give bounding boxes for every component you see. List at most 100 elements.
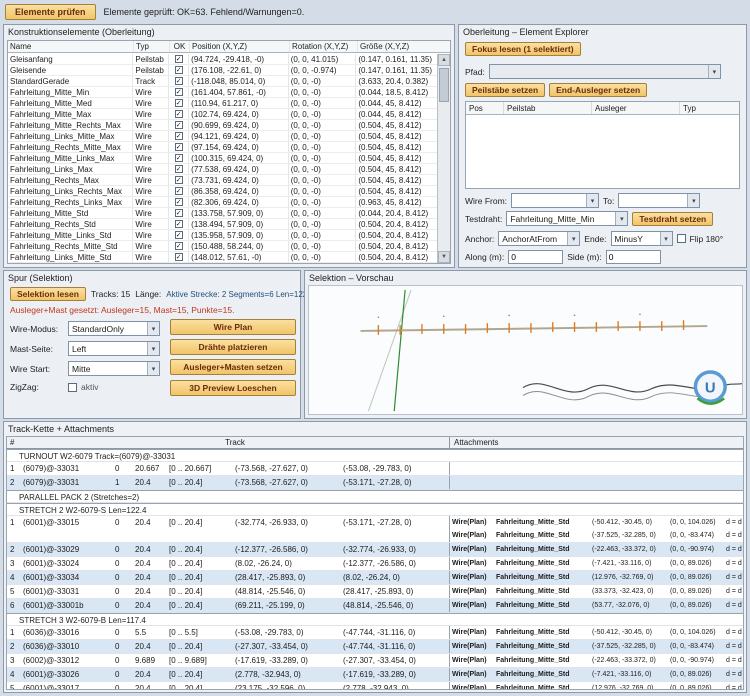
column-header-position[interactable]: Position (X,Y,Z) (190, 41, 290, 52)
uturn-icon[interactable]: U (695, 372, 725, 404)
column-header-attachments[interactable]: Attachments (449, 437, 743, 448)
table-row[interactable]: Fahrleitung_Mitte_Links_MaxWire✓(100.315… (8, 153, 437, 164)
table-row[interactable]: Fahrleitung_Links_Rechts_MaxWire✓(86.358… (8, 186, 437, 197)
cell-branch: 0 (113, 557, 133, 570)
table-row[interactable]: Fahrleitung_Rechts_Mitte_MaxWire✓(97.154… (8, 142, 437, 153)
table-row[interactable]: Fahrleitung_Rechts_Links_MaxWire✓(82.306… (8, 197, 437, 208)
ok-checkbox[interactable]: ✓ (175, 253, 183, 261)
table-row[interactable]: Fahrleitung_Mitte_Links_StdWire✓(135.958… (8, 230, 437, 241)
table-row[interactable]: 6(6001)@-33001b020.4[0 .. 20.4](69.211, … (7, 599, 743, 613)
attachment-offsets: d = d = s = 66 (724, 571, 743, 584)
ok-checkbox[interactable]: ✓ (175, 187, 183, 195)
flip-checkbox[interactable] (677, 234, 686, 243)
table-row[interactable]: 4(6001)@-33034020.4[0 .. 20.4](28.417, -… (7, 571, 743, 585)
table-row[interactable]: GleisendePeilstab✓(176.108, -22.61, 0)(0… (8, 65, 437, 76)
ok-checkbox[interactable]: ✓ (175, 209, 183, 217)
table-row[interactable]: 2(6036)@-33010020.4[0 .. 20.4](-27.307, … (7, 640, 743, 654)
wire-modus-select[interactable]: StandardOnly ▾ (68, 321, 160, 336)
table-row[interactable]: Fahrleitung_Mitte_MedWire✓(110.94, 61.21… (8, 98, 437, 109)
column-header-name[interactable]: Name (8, 41, 134, 52)
testdraht-select[interactable]: Fahrleitung_Mitte_Min ▾ (506, 211, 628, 226)
column-header-size[interactable]: Größe (X,Y,Z) (358, 41, 439, 52)
table-row[interactable]: Fahrleitung_Mitte_Rechts_MaxWire✓(90.699… (8, 120, 437, 131)
scroll-down-icon[interactable]: ▼ (438, 251, 450, 263)
table-row[interactable]: Fahrleitung_Mitte_MinWire✓(161.404, 57.8… (8, 87, 437, 98)
column-header-rotation[interactable]: Rotation (X,Y,Z) (290, 41, 358, 52)
set-endausleger-button[interactable]: End-Ausleger setzen (549, 83, 647, 97)
column-header-typ[interactable]: Typ (134, 41, 170, 52)
scrollbar-thumb[interactable] (439, 68, 449, 102)
ok-checkbox[interactable]: ✓ (175, 231, 183, 239)
delete-3d-preview-button[interactable]: 3D Preview Loeschen (170, 380, 296, 396)
ok-checkbox[interactable]: ✓ (175, 88, 183, 96)
column-header-peilstab[interactable]: Peilstab (504, 102, 592, 114)
along-input[interactable] (508, 250, 563, 264)
ok-checkbox[interactable]: ✓ (175, 220, 183, 228)
table-row[interactable]: Fahrleitung_Mitte_MaxWire✓(102.74, 69.42… (8, 109, 437, 120)
wire-to-select[interactable]: ▾ (618, 193, 700, 208)
ok-checkbox[interactable]: ✓ (175, 99, 183, 107)
read-selection-button[interactable]: Selektion lesen (10, 287, 86, 301)
table-row[interactable]: 3(6001)@-33024020.4[0 .. 20.4](8.02, -26… (7, 557, 743, 571)
ok-checkbox[interactable]: ✓ (175, 132, 183, 140)
table-row[interactable]: Fahrleitung_Links_MaxWire✓(77.538, 69.42… (8, 164, 437, 175)
table-row[interactable]: 5(6001)@-33017020.4[0 .. 20.4](23.175, -… (7, 682, 743, 690)
column-header-ausleger[interactable]: Ausleger (592, 102, 680, 114)
column-header-pos[interactable]: Pos (466, 102, 504, 114)
wire-from-select[interactable]: ▾ (511, 193, 599, 208)
ende-select[interactable]: MinusY ▾ (611, 231, 673, 246)
ok-checkbox[interactable]: ✓ (175, 242, 183, 250)
column-header-typ2[interactable]: Typ (680, 102, 739, 114)
wire-plan-button[interactable]: Wire Plan (170, 319, 296, 335)
table-row[interactable]: 1(6036)@-3301605.5[0 .. 5.5](-53.08, -29… (7, 626, 743, 640)
focus-read-button[interactable]: Fokus lesen (1 selektiert) (465, 42, 581, 56)
ok-checkbox[interactable]: ✓ (175, 66, 183, 74)
tracks-count-text: Tracks: 15 (91, 289, 130, 299)
ok-checkbox[interactable]: ✓ (175, 143, 183, 151)
zigzag-checkbox[interactable] (68, 383, 77, 392)
anchor-select[interactable]: AnchorAtFrom ▾ (498, 231, 580, 246)
table-row[interactable]: 2(6079)@-33031120.4[0 .. 20.4](-73.568, … (7, 476, 743, 490)
table-row[interactable]: 5(6001)@-33031020.4[0 .. 20.4](48.814, -… (7, 585, 743, 599)
table-row[interactable]: Fahrleitung_Rechts_MaxWire✓(73.731, 69.4… (8, 175, 437, 186)
table-row[interactable]: Fahrleitung_Rechts_Mitte_StdWire✓(150.48… (8, 241, 437, 252)
set-testdraht-button[interactable]: Testdraht setzen (632, 212, 713, 226)
ok-checkbox[interactable]: ✓ (175, 55, 183, 63)
cell-size: (0.044, 45, 8.412) (356, 109, 437, 119)
mast-seite-select[interactable]: Left ▾ (68, 341, 160, 356)
ok-checkbox[interactable]: ✓ (175, 165, 183, 173)
table-row[interactable]: Fahrleitung_Links_Mitte_StdWire✓(148.012… (8, 252, 437, 263)
table-row[interactable]: Fahrleitung_Mitte_StdWire✓(133.758, 57.9… (8, 208, 437, 219)
mast-seite-label: Mast-Seite: (10, 344, 64, 354)
pfad-select[interactable]: ▾ (489, 64, 721, 79)
set-ausleger-masten-button[interactable]: Ausleger+Masten setzen (170, 359, 296, 375)
table-row[interactable]: 4(6001)@-33026020.4[0 .. 20.4](2.778, -3… (7, 668, 743, 682)
table-row[interactable]: 1(6079)@-33031020.667[0 .. 20.667](-73.5… (7, 462, 743, 476)
ok-checkbox[interactable]: ✓ (175, 198, 183, 206)
table-row[interactable]: 1(6001)@-33015020.4[0 .. 20.4](-32.774, … (7, 516, 743, 543)
table-row[interactable]: Fahrleitung_Rechts_StdWire✓(138.494, 57.… (8, 219, 437, 230)
table-row[interactable]: 3(6002)@-3301209.689[0 .. 9.689](-17.619… (7, 654, 743, 668)
place-wires-button[interactable]: Drähte platzieren (170, 339, 296, 355)
table-row[interactable]: Fahrleitung_Links_Mitte_MaxWire✓(94.121,… (8, 131, 437, 142)
ok-checkbox[interactable]: ✓ (175, 154, 183, 162)
cell-point-2: (-27.307, -33.454, 0) (341, 654, 449, 667)
cell-name: Fahrleitung_Mitte_Links_Std (8, 230, 133, 240)
ok-checkbox[interactable]: ✓ (175, 77, 183, 85)
table-row[interactable]: 2(6001)@-33029020.4[0 .. 20.4](-12.377, … (7, 543, 743, 557)
wire-start-select[interactable]: Mitte ▾ (68, 361, 160, 376)
scroll-up-icon[interactable]: ▲ (438, 54, 450, 66)
set-peilstaebe-button[interactable]: Peilstäbe setzen (465, 83, 545, 97)
ok-checkbox[interactable]: ✓ (175, 176, 183, 184)
table-row[interactable]: GleisanfangPeilstab✓(94.724, -29.418, -0… (8, 54, 437, 65)
cell-name: Fahrleitung_Links_Rechts_Max (8, 186, 133, 196)
construction-scrollbar[interactable]: ▲ ▼ (437, 54, 450, 263)
side-input[interactable] (606, 250, 661, 264)
table-row[interactable]: StandardGeradeTrack✓(-118.048, 85.014, 0… (8, 76, 437, 87)
ok-checkbox[interactable]: ✓ (175, 121, 183, 129)
column-header-track[interactable]: Track (21, 437, 449, 448)
check-elements-button[interactable]: Elemente prüfen (5, 4, 96, 20)
ok-checkbox[interactable]: ✓ (175, 110, 183, 118)
column-header-ok[interactable]: OK (170, 41, 190, 52)
column-header-num[interactable]: # (7, 437, 21, 448)
